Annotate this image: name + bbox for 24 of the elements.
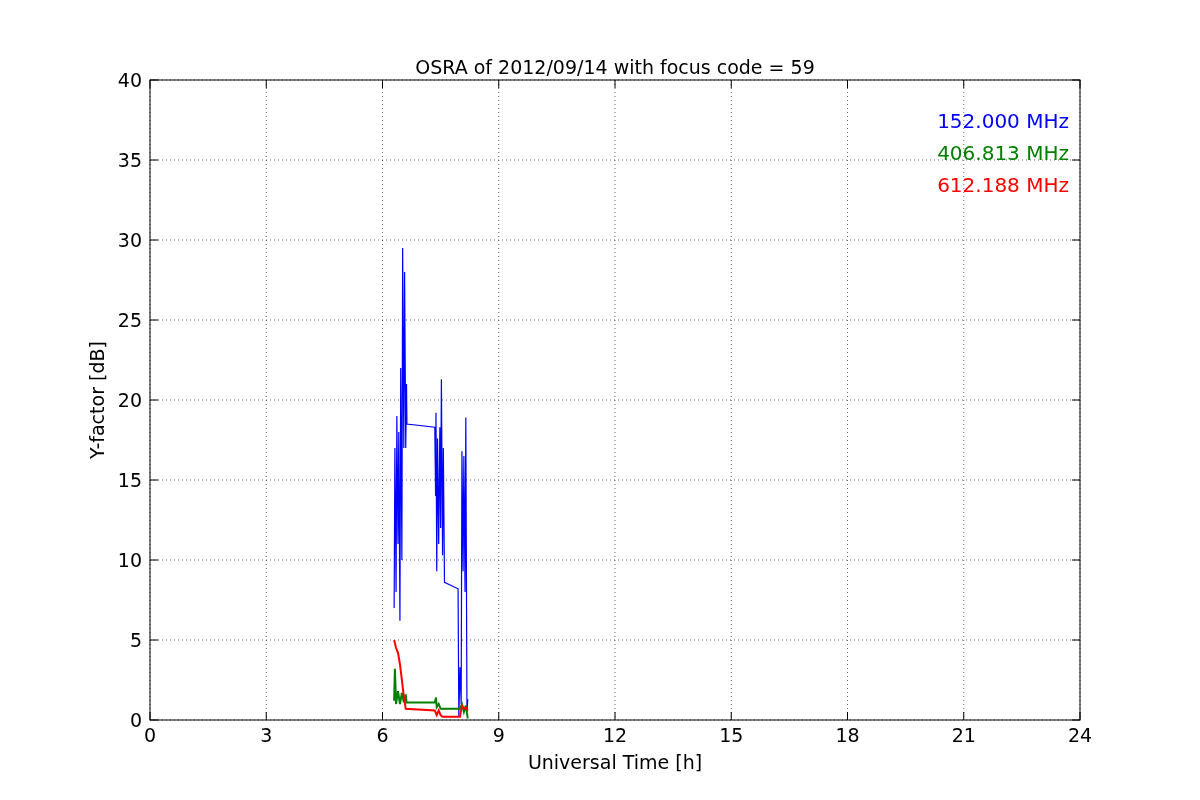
y-tick-label: 35 — [117, 149, 142, 171]
x-tick-label: 15 — [719, 724, 744, 746]
x-tick-label: 12 — [602, 724, 628, 746]
chart-title: OSRA of 2012/09/14 with focus code = 59 — [415, 56, 815, 78]
y-tick-label: 20 — [117, 389, 142, 411]
y-tick-label: 40 — [117, 69, 142, 91]
x-tick-label: 0 — [143, 724, 157, 746]
y-tick-label: 15 — [117, 469, 142, 491]
x-tick-label: 3 — [260, 724, 273, 746]
y-tick-label: 0 — [129, 709, 142, 731]
y-axis-label: Y-factor [dB] — [86, 341, 108, 459]
legend-label: 406.813 MHz — [937, 141, 1069, 165]
legend-label: 152.000 MHz — [937, 109, 1069, 133]
x-tick-label: 6 — [376, 724, 389, 746]
x-axis-label: Universal Time [h] — [527, 751, 703, 773]
y-tick-label: 30 — [117, 229, 142, 251]
x-tick-label: 9 — [492, 724, 505, 746]
legend-label: 612.188 MHz — [937, 173, 1069, 197]
y-tick-label: 10 — [117, 549, 142, 571]
y-tick-label: 25 — [117, 309, 142, 331]
y-tick-label: 5 — [129, 629, 142, 651]
x-tick-label: 21 — [951, 724, 976, 746]
x-tick-label: 24 — [1067, 724, 1093, 746]
x-tick-label: 18 — [835, 724, 860, 746]
